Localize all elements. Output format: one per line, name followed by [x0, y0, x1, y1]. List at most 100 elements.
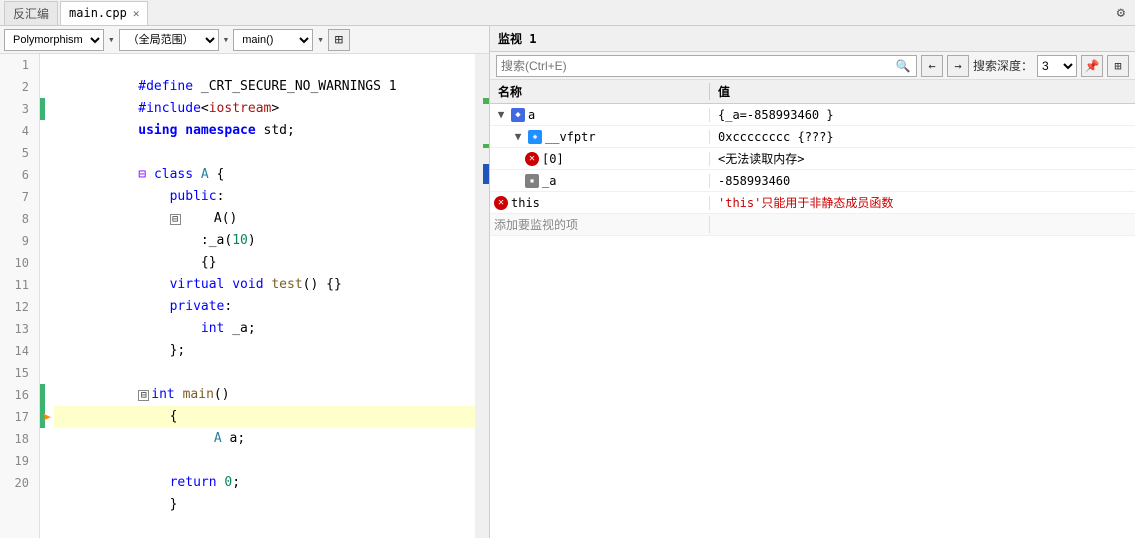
ind-12	[40, 296, 54, 318]
execution-arrow-icon: ➤	[40, 406, 54, 428]
watch-cell-name-vfptr: ▼ ◈ __vfptr	[490, 130, 710, 144]
obj-icon-vfptr: ◈	[528, 130, 542, 144]
watch-table-header: 名称 值	[490, 80, 1135, 104]
ln-3: 3	[0, 98, 33, 120]
ind-19	[40, 450, 54, 472]
editor-panel: Polymorphism ▾ （全局范围） ▾ main() ▾ ⊞ 1 2 3…	[0, 26, 490, 538]
tab-main-cpp[interactable]: main.cpp ✕	[60, 1, 148, 25]
watch-value-_a: -858993460	[710, 174, 1135, 188]
ln-7: 7	[0, 186, 33, 208]
ind-10	[40, 252, 54, 274]
tab-main-cpp-label: main.cpp	[69, 6, 127, 20]
obj-icon-a: ◆	[511, 108, 525, 122]
watch-row-0[interactable]: ✕ [0] <无法读取内存>	[490, 148, 1135, 170]
scroll-mark-1	[483, 98, 489, 104]
watch-cell-name-add: 添加要监视的项	[490, 216, 710, 233]
watch-header-name: 名称	[490, 83, 710, 100]
ln-18: 18	[0, 428, 33, 450]
ln-6: 6	[0, 164, 33, 186]
code-content[interactable]: #define _CRT_SECURE_NO_WARNINGS 1 #inclu…	[54, 54, 475, 538]
ln-17: 17	[0, 406, 33, 428]
collapse-15-btn[interactable]: ⊟	[138, 390, 149, 401]
ind-18	[40, 428, 54, 450]
ln-20: 20	[0, 472, 33, 494]
ln-13: 13	[0, 318, 33, 340]
scroll-mark-2	[483, 164, 489, 184]
watch-row-this[interactable]: ✕ this 'this'只能用于非静态成员函数	[490, 192, 1135, 214]
code-scrollbar[interactable]	[475, 54, 489, 538]
ind-8	[40, 208, 54, 230]
watch-name-a: a	[528, 108, 535, 122]
dropdown-arrow-3: ▾	[317, 33, 324, 46]
ind-17: ➤	[40, 406, 54, 428]
ln-10: 10	[0, 252, 33, 274]
dropdown-arrow-1: ▾	[108, 33, 115, 46]
ind-6	[40, 164, 54, 186]
editor-toolbar: Polymorphism ▾ （全局范围） ▾ main() ▾ ⊞	[0, 26, 489, 54]
expand-vfptr-icon[interactable]: ▼	[511, 130, 525, 144]
watch-cell-name-this: ✕ this	[490, 196, 710, 210]
ind-20	[40, 472, 54, 494]
watch-add-label: 添加要监视的项	[494, 216, 578, 233]
ln-16: 16	[0, 384, 33, 406]
settings-icon[interactable]: ⚙	[1111, 5, 1131, 21]
watch-name-this: this	[511, 196, 540, 210]
error-icon-0: ✕	[525, 152, 539, 166]
tab-bar: 反汇编 main.cpp ✕ ⚙	[0, 0, 1135, 26]
ind-2	[40, 76, 54, 98]
watch-value-vfptr: 0xcccccccc {???}	[710, 130, 1135, 144]
scope-dropdown[interactable]: Polymorphism	[4, 29, 104, 51]
ind-5	[40, 142, 54, 164]
expand-all-btn[interactable]: ⊞	[1107, 55, 1129, 77]
watch-title: 监视 1	[498, 30, 536, 47]
watch-row-a[interactable]: ▼ ◆ a {_a=-858993460 }	[490, 104, 1135, 126]
watch-panel: 监视 1 🔍 ← → 搜索深度： 3 📌 ⊞ 名称 值	[490, 26, 1135, 538]
line-numbers: 1 2 3 4 5 6 7 8 9 10 11 12 13 14 15 16 1…	[0, 54, 40, 538]
search-icon[interactable]: 🔍	[894, 57, 912, 75]
watch-row-_a[interactable]: ▪ _a -858993460	[490, 170, 1135, 192]
code-indicators: ➤	[40, 54, 54, 538]
watch-row-add[interactable]: 添加要监视的项	[490, 214, 1135, 236]
ind-16	[40, 384, 54, 406]
watch-name-vfptr: __vfptr	[545, 130, 596, 144]
scroll-mark-3	[483, 144, 489, 148]
watch-name-0: [0]	[542, 152, 564, 166]
nav-back-btn[interactable]: ←	[921, 55, 943, 77]
watch-value-this: 'this'只能用于非静态成员函数	[710, 194, 1135, 211]
range-dropdown[interactable]: （全局范围）	[119, 29, 219, 51]
pin-btn[interactable]: 📌	[1081, 55, 1103, 77]
watch-cell-name-a: ▼ ◆ a	[490, 108, 710, 122]
watch-toolbar: 🔍 ← → 搜索深度： 3 📌 ⊞	[490, 52, 1135, 80]
watch-table: 名称 值 ▼ ◆ a {_a=-858993460 }	[490, 80, 1135, 538]
watch-cell-name-_a: ▪ _a	[490, 174, 710, 188]
main-container: Polymorphism ▾ （全局范围） ▾ main() ▾ ⊞ 1 2 3…	[0, 26, 1135, 538]
watch-title-bar: 监视 1	[490, 26, 1135, 52]
ind-9	[40, 230, 54, 252]
nav-forward-btn[interactable]: →	[947, 55, 969, 77]
watch-search-box[interactable]: 🔍	[496, 55, 917, 77]
watch-row-vfptr[interactable]: ▼ ◈ __vfptr 0xcccccccc {???}	[490, 126, 1135, 148]
watch-rows: ▼ ◆ a {_a=-858993460 } ▼ ◈ __vfptr 0xccc…	[490, 104, 1135, 538]
ind-1	[40, 54, 54, 76]
ind-13	[40, 318, 54, 340]
expand-a-icon[interactable]: ▼	[494, 108, 508, 122]
tab-disassembly-label: 反汇编	[13, 5, 49, 22]
expand-btn[interactable]: ⊞	[328, 29, 350, 51]
ln-12: 12	[0, 296, 33, 318]
watch-value-0: <无法读取内存>	[710, 150, 1135, 167]
depth-select[interactable]: 3	[1037, 55, 1077, 77]
close-tab-icon[interactable]: ✕	[133, 7, 140, 20]
tab-disassembly[interactable]: 反汇编	[4, 1, 58, 25]
collapse-7-btn[interactable]: ⊟	[170, 214, 181, 225]
ind-15	[40, 362, 54, 384]
function-dropdown[interactable]: main()	[233, 29, 313, 51]
watch-header-value: 值	[710, 83, 1135, 100]
watch-search-input[interactable]	[501, 59, 894, 73]
ln-9: 9	[0, 230, 33, 252]
dropdown-arrow-2: ▾	[223, 33, 230, 46]
ln-1: 1	[0, 54, 33, 76]
ind-4	[40, 120, 54, 142]
ind-11	[40, 274, 54, 296]
ln-11: 11	[0, 274, 33, 296]
ptr-icon-_a: ▪	[525, 174, 539, 188]
